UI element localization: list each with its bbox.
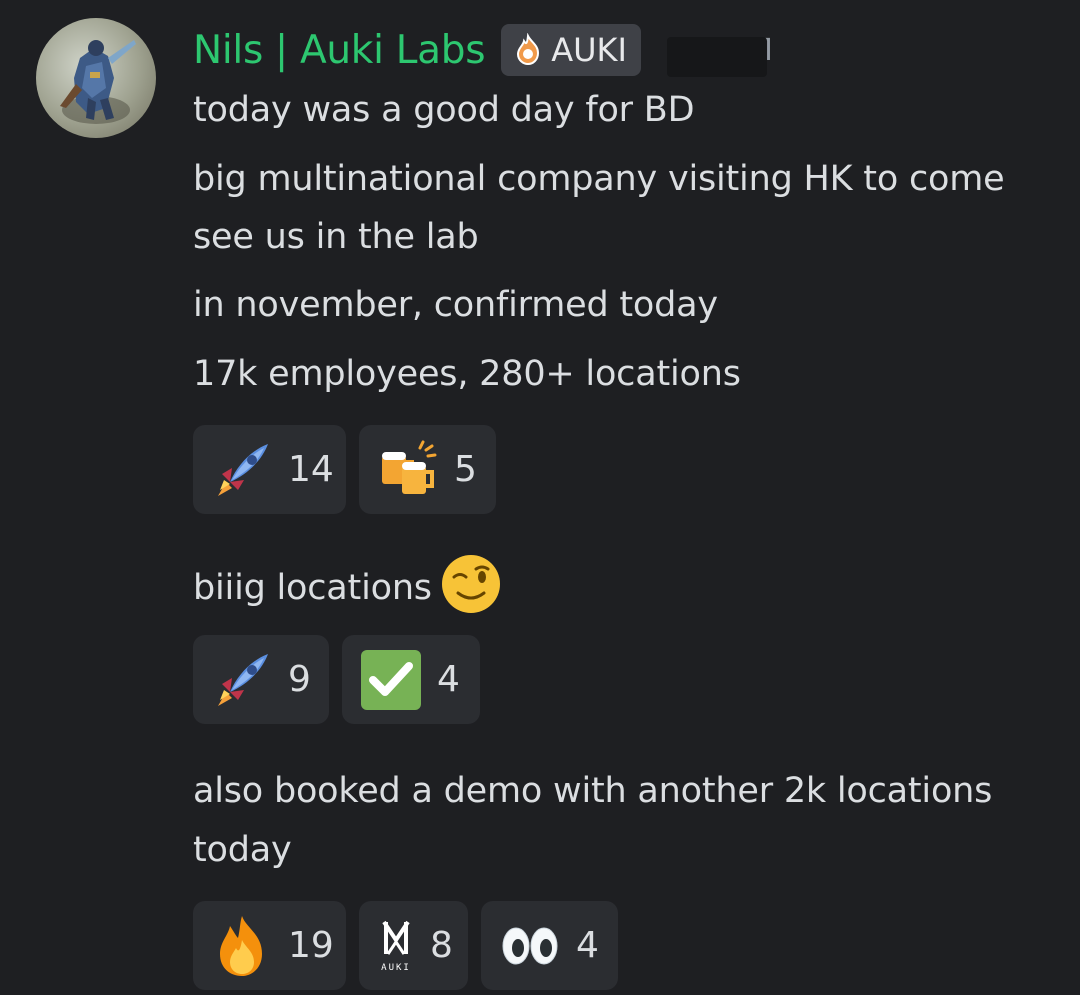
server-tag-label: AUKI bbox=[551, 31, 627, 69]
reaction-count: 14 bbox=[288, 449, 334, 490]
reaction-bar: 14 5 bbox=[193, 425, 496, 514]
reaction-fire[interactable]: 19 bbox=[193, 901, 346, 990]
rocket-icon bbox=[210, 648, 274, 712]
message-line: today was a good day for BD bbox=[193, 90, 695, 130]
message-line: see us in the lab bbox=[193, 217, 479, 257]
svg-text:AUKI: AUKI bbox=[381, 963, 411, 973]
reaction-count: 5 bbox=[454, 449, 477, 490]
fire-icon bbox=[210, 914, 274, 978]
reaction-rocket[interactable]: 9 bbox=[193, 635, 329, 724]
username[interactable]: Nils | Auki Labs bbox=[193, 28, 486, 73]
reaction-count: 8 bbox=[430, 925, 453, 966]
reaction-beer[interactable]: 5 bbox=[359, 425, 496, 514]
reaction-count: 9 bbox=[288, 659, 311, 700]
eyes-icon bbox=[498, 914, 562, 978]
reaction-bar: 19 AUKI 8 4 bbox=[193, 901, 618, 990]
winking-face-icon bbox=[440, 553, 502, 615]
message-line: biiig locations bbox=[193, 553, 502, 617]
server-tag[interactable]: AUKI bbox=[501, 24, 641, 76]
reaction-bar: 9 4 bbox=[193, 635, 480, 724]
check-mark-button-icon bbox=[359, 648, 423, 712]
redacted-block bbox=[666, 36, 767, 77]
reaction-eyes[interactable]: 4 bbox=[481, 901, 618, 990]
clinking-beer-mugs-icon bbox=[376, 438, 440, 502]
timestamp: M bbox=[666, 33, 773, 77]
reaction-count: 4 bbox=[576, 925, 599, 966]
message-line: also booked a demo with another 2k locat… bbox=[193, 771, 993, 811]
message-header: Nils | Auki Labs AUKI M bbox=[193, 22, 773, 78]
reaction-auki[interactable]: AUKI 8 bbox=[359, 901, 468, 990]
auki-flame-icon bbox=[511, 32, 545, 67]
message-line: big multinational company visiting HK to… bbox=[193, 159, 1005, 199]
auki-logo-icon: AUKI bbox=[376, 914, 416, 978]
reaction-count: 4 bbox=[437, 659, 460, 700]
message-line: in november, confirmed today bbox=[193, 285, 718, 325]
avatar[interactable] bbox=[36, 18, 156, 138]
rocket-icon bbox=[210, 438, 274, 502]
reaction-count: 19 bbox=[288, 925, 334, 966]
reaction-check[interactable]: 4 bbox=[342, 635, 480, 724]
message-text: biiig locations bbox=[193, 568, 432, 608]
message-line: 17k employees, 280+ locations bbox=[193, 354, 741, 394]
reaction-rocket[interactable]: 14 bbox=[193, 425, 346, 514]
message-line: today bbox=[193, 830, 292, 870]
